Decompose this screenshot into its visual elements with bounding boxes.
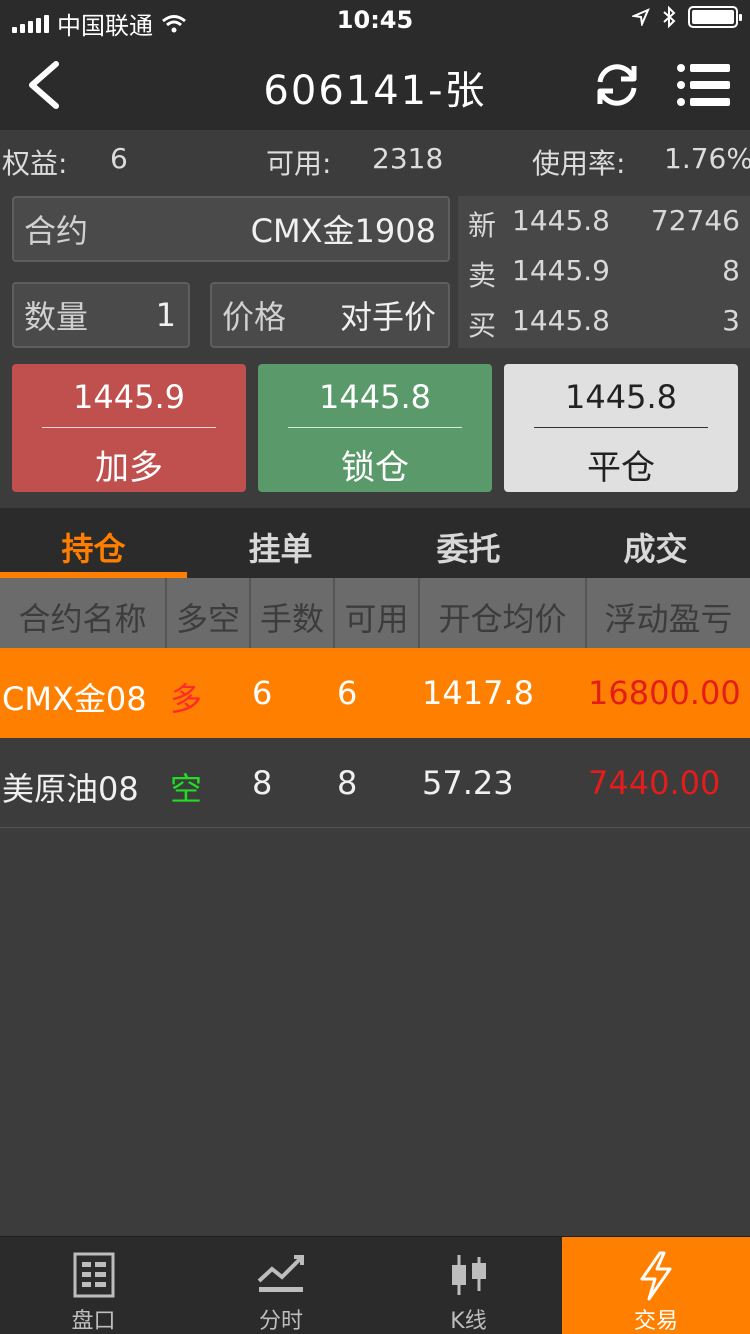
chevron-left-icon[interactable] bbox=[20, 58, 70, 112]
table-row[interactable]: 美原油08 空 8 8 57.23 7440.00 bbox=[0, 738, 750, 828]
status-right bbox=[632, 6, 742, 28]
header-lots: 手数 bbox=[251, 578, 335, 648]
equity-value: 6 bbox=[110, 142, 128, 175]
quote-label: 卖 bbox=[468, 259, 497, 292]
price-label: 价格 bbox=[222, 298, 287, 336]
cell-direction: 空 bbox=[170, 770, 203, 808]
usage-label: 使用率: bbox=[532, 147, 626, 180]
positions-table-header: 合约名称 多空 手数 可用 开仓均价 浮动盈亏 bbox=[0, 578, 750, 648]
location-icon bbox=[632, 8, 650, 26]
bluetooth-icon bbox=[663, 6, 676, 28]
contract-label: 合约 bbox=[24, 212, 89, 250]
quote-row-last: 新 1445.8 72746 bbox=[468, 198, 740, 242]
quote-volume: 3 bbox=[722, 304, 740, 337]
candlestick-icon bbox=[451, 1255, 486, 1295]
quote-panel: 新 1445.8 72746 卖 1445.9 8 买 1445.8 3 bbox=[458, 196, 750, 348]
nav-trade[interactable]: 交易 bbox=[562, 1237, 750, 1334]
quote-label: 买 bbox=[468, 309, 497, 342]
lock-label: 锁仓 bbox=[341, 448, 409, 488]
quantity-label: 数量 bbox=[24, 298, 89, 336]
tab-positions[interactable]: 持仓 bbox=[0, 508, 187, 578]
nav-label: 分时 bbox=[258, 1309, 303, 1334]
price-value: 对手价 bbox=[339, 298, 436, 336]
nav-timeshare[interactable]: 分时 bbox=[187, 1237, 375, 1334]
cell-direction: 多 bbox=[170, 680, 203, 718]
divider bbox=[42, 427, 216, 428]
cell-available: 8 bbox=[337, 764, 358, 802]
nav-label: K线 bbox=[450, 1309, 487, 1334]
quote-row-ask: 卖 1445.9 8 bbox=[468, 248, 740, 292]
cell-lots: 8 bbox=[252, 764, 273, 802]
lock-price: 1445.8 bbox=[319, 378, 431, 416]
tab-label: 挂单 bbox=[248, 530, 313, 568]
cell-pnl: 7440.00 bbox=[588, 764, 721, 802]
buy-long-button[interactable]: 1445.9 加多 bbox=[12, 364, 246, 492]
cell-pnl: 16800.00 bbox=[588, 674, 741, 712]
header-available: 可用 bbox=[335, 578, 420, 648]
buy-long-price: 1445.9 bbox=[73, 378, 185, 416]
cell-avg-price: 57.23 bbox=[422, 764, 514, 802]
cell-available: 6 bbox=[337, 674, 358, 712]
quote-price: 1445.8 bbox=[512, 204, 610, 237]
tab-bar: 持仓 挂单 委托 成交 bbox=[0, 508, 750, 578]
quote-volume: 72746 bbox=[650, 204, 740, 237]
cell-contract: 美原油08 bbox=[2, 770, 139, 808]
close-price: 1445.8 bbox=[565, 378, 677, 416]
orderbook-icon bbox=[73, 1252, 114, 1298]
header-contract: 合约名称 bbox=[0, 578, 167, 648]
quote-price: 1445.9 bbox=[512, 254, 610, 287]
price-field[interactable]: 价格 对手价 bbox=[210, 282, 450, 348]
header-pnl: 浮动盈亏 bbox=[604, 600, 733, 638]
tab-orders[interactable]: 委托 bbox=[375, 508, 562, 578]
divider bbox=[288, 427, 462, 428]
contract-field[interactable]: 合约 CMX金1908 bbox=[12, 196, 450, 262]
account-summary: 权益: 6 可用: 2318 使用率: 1.76% bbox=[0, 130, 750, 188]
bottom-nav: 盘口 分时 K线 交易 bbox=[0, 1236, 750, 1334]
equity-label: 权益: bbox=[2, 147, 68, 180]
quote-row-bid: 买 1445.8 3 bbox=[468, 298, 740, 342]
divider bbox=[534, 427, 708, 428]
tab-label: 成交 bbox=[623, 530, 688, 568]
cell-lots: 6 bbox=[252, 674, 273, 712]
refresh-icon[interactable] bbox=[592, 60, 642, 110]
tab-pending[interactable]: 挂单 bbox=[187, 508, 374, 578]
tab-label: 持仓 bbox=[61, 530, 126, 568]
tab-trades[interactable]: 成交 bbox=[562, 508, 749, 578]
nav-orderbook[interactable]: 盘口 bbox=[0, 1237, 187, 1334]
cell-avg-price: 1417.8 bbox=[422, 674, 534, 712]
close-position-button[interactable]: 1445.8 平仓 bbox=[504, 364, 738, 492]
lightning-icon bbox=[640, 1251, 672, 1301]
page-title: 606141-张 bbox=[263, 68, 487, 114]
buy-long-label: 加多 bbox=[95, 448, 163, 488]
header-direction: 多空 bbox=[167, 578, 251, 648]
contract-value: CMX金1908 bbox=[250, 212, 436, 250]
menu-icon[interactable] bbox=[676, 62, 732, 108]
close-label: 平仓 bbox=[587, 448, 655, 488]
header-avg-price: 开仓均价 bbox=[420, 578, 587, 648]
usage-value: 1.76% bbox=[664, 142, 750, 175]
nav-label: 盘口 bbox=[71, 1309, 116, 1334]
quantity-value: 1 bbox=[155, 296, 176, 334]
quote-label: 新 bbox=[468, 209, 497, 242]
nav-bar: 606141-张 bbox=[0, 40, 750, 130]
line-chart-icon bbox=[257, 1255, 304, 1292]
quote-volume: 8 bbox=[722, 254, 740, 287]
available-value: 2318 bbox=[372, 142, 444, 175]
table-row[interactable]: CMX金08 多 6 6 1417.8 16800.00 bbox=[0, 648, 750, 738]
tab-label: 委托 bbox=[436, 530, 501, 568]
quote-price: 1445.8 bbox=[512, 304, 610, 337]
cell-contract: CMX金08 bbox=[2, 680, 147, 718]
nav-label: 交易 bbox=[633, 1309, 678, 1334]
available-label: 可用: bbox=[266, 147, 332, 180]
lock-button[interactable]: 1445.8 锁仓 bbox=[258, 364, 492, 492]
status-bar: 中国联通 10:45 bbox=[0, 0, 750, 40]
quantity-field[interactable]: 数量 1 bbox=[12, 282, 190, 348]
battery-icon bbox=[688, 6, 742, 28]
nav-kline[interactable]: K线 bbox=[375, 1237, 562, 1334]
